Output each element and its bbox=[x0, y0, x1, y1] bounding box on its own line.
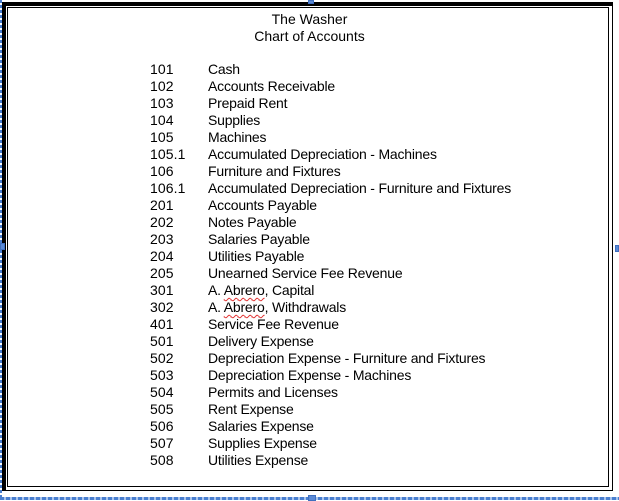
account-code: 105.1 bbox=[150, 146, 186, 162]
account-row: 204 Utilities Payable bbox=[150, 248, 511, 265]
name-prefix: A. bbox=[208, 282, 224, 298]
account-code: 105 bbox=[150, 129, 174, 145]
account-name: Accumulated Depreciation - Machines bbox=[208, 146, 437, 162]
account-code: 503 bbox=[150, 367, 174, 383]
account-row: 201 Accounts Payable bbox=[150, 197, 511, 214]
account-code: 102 bbox=[150, 78, 174, 94]
resize-handle-right[interactable] bbox=[615, 245, 619, 252]
account-name: Furniture and Fixtures bbox=[208, 163, 341, 179]
account-code: 103 bbox=[150, 95, 174, 111]
account-name: Depreciation Expense - Furniture and Fix… bbox=[208, 350, 486, 366]
account-row: 106.1 Accumulated Depreciation - Furnitur… bbox=[150, 180, 511, 197]
account-row: 301 A. Abrero, Capital bbox=[150, 282, 511, 299]
account-row: 106 Furniture and Fixtures bbox=[150, 163, 511, 180]
account-name: Notes Payable bbox=[208, 214, 297, 230]
name-suffix: , Capital bbox=[264, 282, 315, 298]
account-name: A. Abrero, Withdrawals bbox=[208, 299, 346, 316]
account-name: Permits and Licenses bbox=[208, 384, 338, 400]
account-row: 507 Supplies Expense bbox=[150, 435, 511, 452]
heading: The Washer Chart of Accounts bbox=[0, 11, 619, 45]
account-code: 502 bbox=[150, 350, 174, 366]
account-name: Delivery Expense bbox=[208, 333, 314, 349]
account-code: 505 bbox=[150, 401, 174, 417]
account-row: 504 Permits and Licenses bbox=[150, 384, 511, 401]
accounts-list: 101 Cash 102 Accounts Receivable 103 Prepai… bbox=[150, 61, 511, 469]
account-row: 501 Delivery Expense bbox=[150, 333, 511, 350]
account-row: 506 Salaries Expense bbox=[150, 418, 511, 435]
spellcheck-flagged-word[interactable]: Abrero bbox=[224, 299, 265, 315]
account-row: 401 Service Fee Revenue bbox=[150, 316, 511, 333]
account-name: Utilities Expense bbox=[208, 452, 309, 468]
account-name: Prepaid Rent bbox=[208, 95, 288, 111]
account-name: Rent Expense bbox=[208, 401, 294, 417]
resize-handle-top[interactable] bbox=[308, 0, 314, 4]
account-code: 101 bbox=[150, 61, 174, 77]
account-row: 103 Prepaid Rent bbox=[150, 95, 511, 112]
account-code: 204 bbox=[150, 248, 174, 264]
account-row: 502 Depreciation Expense - Furniture and … bbox=[150, 350, 511, 367]
account-row: 203 Salaries Payable bbox=[150, 231, 511, 248]
account-row: 101 Cash bbox=[150, 61, 511, 78]
name-suffix: , Withdrawals bbox=[264, 299, 347, 315]
account-name: Machines bbox=[208, 129, 267, 145]
account-row: 505 Rent Expense bbox=[150, 401, 511, 418]
account-row: 508 Utilities Expense bbox=[150, 452, 511, 469]
spellcheck-flagged-word[interactable]: Abrero bbox=[224, 282, 265, 298]
resize-handle-bottom[interactable] bbox=[308, 495, 316, 501]
account-code: 202 bbox=[150, 214, 174, 230]
account-name: Accumulated Depreciation - Furniture and… bbox=[208, 180, 512, 196]
account-row: 105.1 Accumulated Depreciation - Machines bbox=[150, 146, 511, 163]
account-name: Utilities Payable bbox=[208, 248, 305, 264]
account-code: 106.1 bbox=[150, 180, 186, 196]
account-row: 104 Supplies bbox=[150, 112, 511, 129]
account-row: 102 Accounts Receivable bbox=[150, 78, 511, 95]
account-code: 501 bbox=[150, 333, 174, 349]
resize-handle-left[interactable] bbox=[0, 243, 5, 250]
account-name: Accounts Receivable bbox=[208, 78, 335, 94]
account-code: 301 bbox=[150, 282, 174, 298]
account-name: Salaries Expense bbox=[208, 418, 314, 434]
account-name: Unearned Service Fee Revenue bbox=[208, 265, 403, 281]
account-name: Supplies bbox=[208, 112, 261, 128]
account-code: 106 bbox=[150, 163, 174, 179]
account-row: 202 Notes Payable bbox=[150, 214, 511, 231]
account-row: 105 Machines bbox=[150, 129, 511, 146]
account-code: 201 bbox=[150, 197, 174, 213]
account-code: 506 bbox=[150, 418, 174, 434]
account-name: Cash bbox=[208, 61, 240, 77]
account-name: Depreciation Expense - Machines bbox=[208, 367, 412, 383]
account-code: 203 bbox=[150, 231, 174, 247]
document-subtitle: Chart of Accounts bbox=[254, 28, 365, 44]
account-row: 302 A. Abrero, Withdrawals bbox=[150, 299, 511, 316]
account-row: 205 Unearned Service Fee Revenue bbox=[150, 265, 511, 282]
company-title: The Washer bbox=[271, 11, 348, 27]
account-code: 302 bbox=[150, 299, 174, 315]
account-code: 401 bbox=[150, 316, 174, 332]
account-name: Supplies Expense bbox=[208, 435, 317, 451]
account-code: 104 bbox=[150, 112, 174, 128]
account-name: A. Abrero, Capital bbox=[208, 282, 314, 299]
account-name: Salaries Payable bbox=[208, 231, 310, 247]
account-code: 507 bbox=[150, 435, 174, 451]
account-code: 205 bbox=[150, 265, 174, 281]
name-prefix: A. bbox=[208, 299, 224, 315]
account-code: 508 bbox=[150, 452, 174, 468]
account-row: 503 Depreciation Expense - Machines bbox=[150, 367, 511, 384]
account-code: 504 bbox=[150, 384, 174, 400]
account-name: Accounts Payable bbox=[208, 197, 317, 213]
account-name: Service Fee Revenue bbox=[208, 316, 339, 332]
